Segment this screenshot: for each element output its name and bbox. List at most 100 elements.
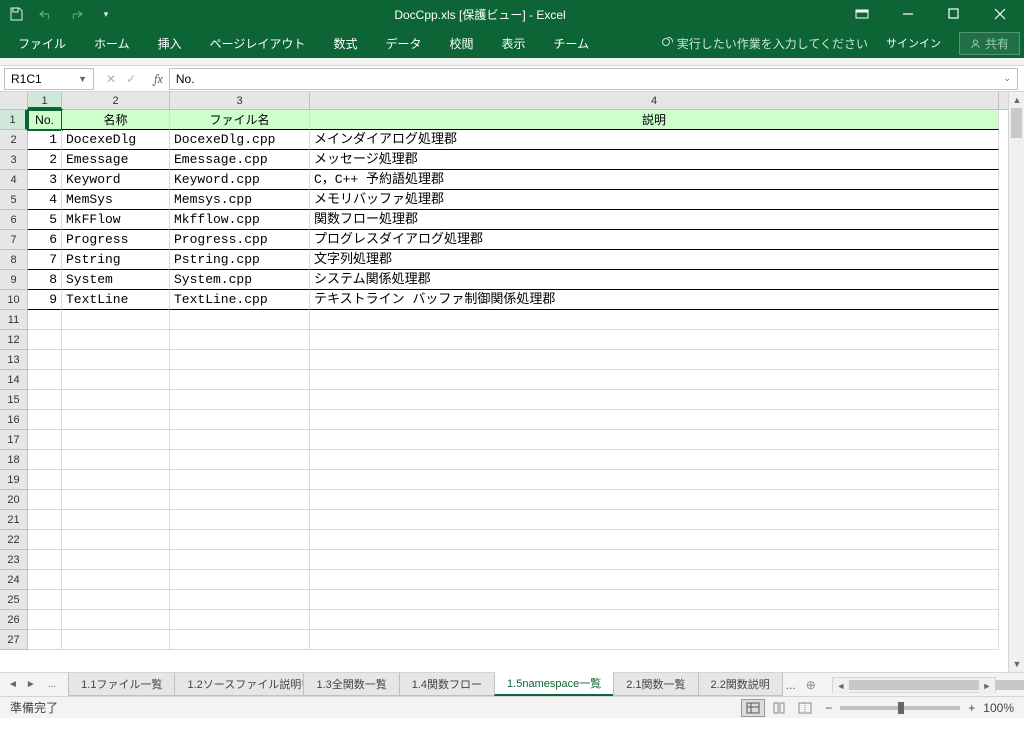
cell[interactable] xyxy=(62,490,170,510)
cell[interactable] xyxy=(170,570,310,590)
cell[interactable] xyxy=(170,330,310,350)
row-header[interactable]: 13 xyxy=(0,350,27,370)
cell[interactable] xyxy=(62,310,170,330)
row-header[interactable]: 21 xyxy=(0,510,27,530)
cell[interactable]: 3 xyxy=(28,170,62,190)
row-header[interactable]: 22 xyxy=(0,530,27,550)
scroll-up-icon[interactable]: ▲ xyxy=(1009,92,1024,108)
row-header[interactable]: 7 xyxy=(0,230,27,250)
row-header[interactable]: 10 xyxy=(0,290,27,310)
row-header[interactable]: 5 xyxy=(0,190,27,210)
zoom-thumb[interactable] xyxy=(898,702,904,714)
sheet-tab[interactable]: 2.1関数一覧 xyxy=(613,673,698,696)
ribbon-options-icon[interactable] xyxy=(842,0,882,28)
cell[interactable]: 2 xyxy=(28,150,62,170)
cell[interactable]: System.cpp xyxy=(170,270,310,290)
cell[interactable]: プログレスダイアログ処理郡 xyxy=(310,230,999,250)
row-header[interactable]: 19 xyxy=(0,470,27,490)
maximize-button[interactable] xyxy=(934,0,974,28)
save-icon[interactable] xyxy=(6,4,26,24)
scroll-right-icon[interactable]: ► xyxy=(979,678,995,694)
cell[interactable] xyxy=(62,470,170,490)
row-header[interactable]: 18 xyxy=(0,450,27,470)
cell[interactable] xyxy=(62,630,170,650)
cell[interactable] xyxy=(28,490,62,510)
cell[interactable]: Keyword xyxy=(62,170,170,190)
row-header[interactable]: 25 xyxy=(0,590,27,610)
tabs-overflow-left[interactable]: ... xyxy=(44,676,60,693)
cell[interactable] xyxy=(62,510,170,530)
cell[interactable] xyxy=(170,430,310,450)
cell[interactable]: No. xyxy=(28,110,62,130)
cell[interactable] xyxy=(28,550,62,570)
tab-nav-next-icon[interactable]: ► xyxy=(26,679,36,690)
cell[interactable] xyxy=(170,310,310,330)
cell[interactable] xyxy=(310,570,999,590)
select-all-corner[interactable] xyxy=(0,92,28,110)
cell[interactable] xyxy=(310,430,999,450)
cell[interactable]: MkFFlow xyxy=(62,210,170,230)
cell[interactable] xyxy=(170,470,310,490)
cell[interactable] xyxy=(62,410,170,430)
cell[interactable] xyxy=(28,390,62,410)
cell[interactable] xyxy=(170,630,310,650)
cell[interactable]: 文字列処理郡 xyxy=(310,250,999,270)
fx-icon[interactable]: fx xyxy=(148,72,169,86)
cell[interactable]: Pstring xyxy=(62,250,170,270)
zoom-level[interactable]: 100% xyxy=(983,701,1014,715)
zoom-out-button[interactable]: − xyxy=(825,701,832,715)
cell[interactable]: テキストライン バッファ制御関係処理郡 xyxy=(310,290,999,310)
cell[interactable] xyxy=(28,570,62,590)
cell[interactable]: Emessage xyxy=(62,150,170,170)
view-page-break-icon[interactable] xyxy=(793,699,817,717)
ribbon-tab-1[interactable]: 挿入 xyxy=(144,29,196,58)
horizontal-scrollbar[interactable]: ◄ ► xyxy=(832,677,996,693)
row-header[interactable]: 20 xyxy=(0,490,27,510)
row-header[interactable]: 2 xyxy=(0,130,27,150)
cell[interactable] xyxy=(170,530,310,550)
ribbon-tab-2[interactable]: ページレイアウト xyxy=(196,29,320,58)
cell[interactable]: 5 xyxy=(28,210,62,230)
cell[interactable] xyxy=(28,590,62,610)
formula-expand-icon[interactable]: ⌄ xyxy=(1003,73,1011,84)
col-header[interactable]: 4 xyxy=(310,92,999,109)
sheet-tab[interactable]: 1.2ソースファイル説明書 xyxy=(174,673,304,696)
cell[interactable] xyxy=(310,470,999,490)
cell[interactable] xyxy=(310,370,999,390)
cell[interactable] xyxy=(62,550,170,570)
cell[interactable] xyxy=(62,450,170,470)
col-header[interactable]: 1 xyxy=(28,92,62,109)
cell[interactable] xyxy=(28,470,62,490)
cell[interactable]: メモリバッファ処理郡 xyxy=(310,190,999,210)
cell[interactable]: Keyword.cpp xyxy=(170,170,310,190)
row-header[interactable]: 24 xyxy=(0,570,27,590)
cell[interactable]: DocexeDlg.cpp xyxy=(170,130,310,150)
cell[interactable] xyxy=(28,610,62,630)
undo-icon[interactable] xyxy=(36,4,56,24)
ribbon-tab-7[interactable]: チーム xyxy=(540,29,604,58)
cell[interactable]: C，C++ 予約語処理郡 xyxy=(310,170,999,190)
cell[interactable] xyxy=(310,590,999,610)
new-sheet-button[interactable]: ⊕ xyxy=(800,673,822,696)
cell[interactable] xyxy=(310,310,999,330)
row-header[interactable]: 4 xyxy=(0,170,27,190)
cell[interactable]: 説明 xyxy=(310,110,999,130)
tabs-overflow-right[interactable]: ... xyxy=(782,675,800,695)
cell[interactable] xyxy=(310,630,999,650)
share-button[interactable]: 共有 xyxy=(959,32,1020,55)
view-page-layout-icon[interactable] xyxy=(767,699,791,717)
cell[interactable]: Progress.cpp xyxy=(170,230,310,250)
tab-nav-buttons[interactable]: ◄ ► ... xyxy=(0,673,68,696)
cell[interactable] xyxy=(170,610,310,630)
cell[interactable]: 9 xyxy=(28,290,62,310)
cell[interactable] xyxy=(310,530,999,550)
cell[interactable] xyxy=(28,510,62,530)
ribbon-tab-3[interactable]: 数式 xyxy=(319,29,371,58)
cell[interactable] xyxy=(310,490,999,510)
grid-cells[interactable]: No.名称ファイル名説明1DocexeDlgDocexeDlg.cppメインダイ… xyxy=(28,110,1008,672)
cell[interactable] xyxy=(28,450,62,470)
vertical-scrollbar[interactable]: ▲ ▼ xyxy=(1008,92,1024,672)
cell[interactable]: 1 xyxy=(28,130,62,150)
sheet-tab[interactable]: 2.2関数説明 xyxy=(698,673,783,696)
cell[interactable]: System xyxy=(62,270,170,290)
